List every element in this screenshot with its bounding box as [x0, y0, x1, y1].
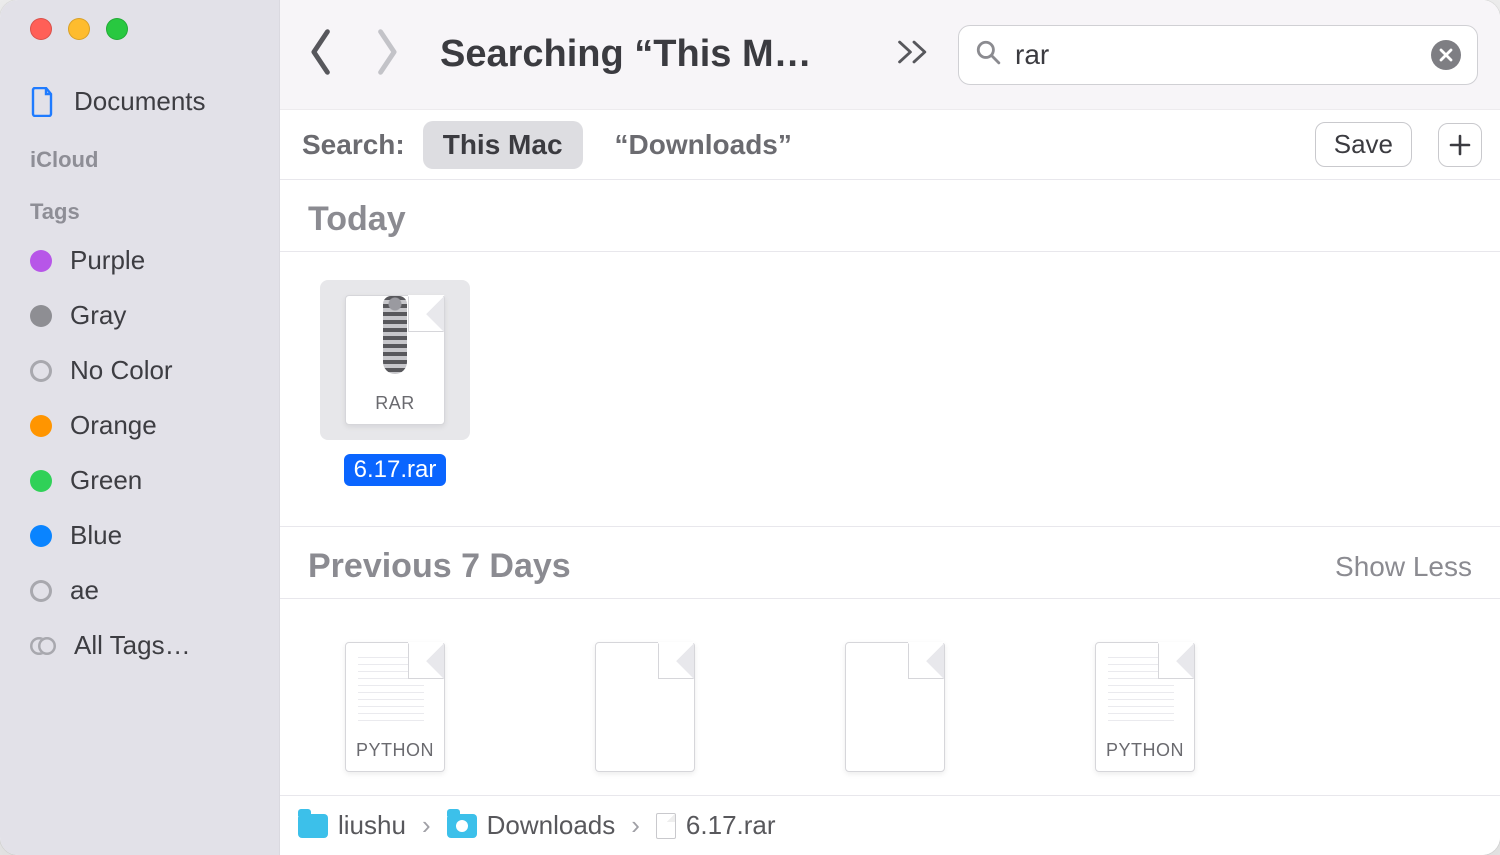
sidebar-tag-gray[interactable]: Gray: [0, 288, 279, 343]
sidebar-label: Orange: [70, 410, 157, 441]
toolbar: Searching “This M…: [280, 0, 1500, 110]
chevron-right-icon: ›: [627, 810, 644, 841]
sidebar-label: All Tags…: [74, 630, 191, 661]
finder-window: Documents iCloud Tags Purple Gray No Color…: [0, 0, 1500, 855]
file-item[interactable]: RAR 6.17.rar: [320, 280, 470, 486]
close-button[interactable]: [30, 18, 52, 40]
path-label: 6.17.rar: [686, 810, 776, 841]
tag-dot-icon: [30, 250, 52, 272]
file-item[interactable]: PYTHON: [320, 627, 470, 787]
sidebar-tag-purple[interactable]: Purple: [0, 233, 279, 288]
file-caption: PYTHON: [1106, 740, 1184, 761]
downloads-folder-icon: [447, 814, 477, 838]
minimize-button[interactable]: [68, 18, 90, 40]
search-input[interactable]: [1015, 39, 1417, 71]
sidebar-label: ae: [70, 575, 99, 606]
sidebar-item-all-tags[interactable]: All Tags…: [0, 618, 279, 673]
section-title: Previous 7 Days: [308, 547, 571, 586]
sidebar-tag-ae[interactable]: ae: [0, 563, 279, 618]
path-segment[interactable]: liushu: [298, 810, 406, 841]
add-criteria-button[interactable]: [1438, 123, 1482, 167]
nav-arrows: [308, 29, 400, 80]
sidebar-label: Documents: [74, 86, 206, 117]
section-title: Today: [308, 200, 406, 239]
sidebar-tag-green[interactable]: Green: [0, 453, 279, 508]
clear-search-button[interactable]: [1431, 40, 1461, 70]
path-label: Downloads: [487, 810, 616, 841]
scope-bar: Search: This Mac“Downloads” Save: [280, 110, 1500, 180]
sidebar-tag-orange[interactable]: Orange: [0, 398, 279, 453]
window-title: Searching “This M…: [440, 33, 812, 76]
zoom-button[interactable]: [106, 18, 128, 40]
scope-thismac[interactable]: This Mac: [423, 121, 583, 169]
tag-dot-icon: [30, 415, 52, 437]
sidebar-label: Purple: [70, 245, 145, 276]
document-icon: [656, 813, 676, 839]
tag-dot-icon: [30, 360, 52, 382]
sidebar-item-documents[interactable]: Documents: [0, 74, 279, 129]
document-icon: [30, 87, 56, 117]
file-caption: PYTHON: [356, 740, 434, 761]
window-controls: [0, 18, 279, 74]
sidebar-heading-tags: Tags: [0, 181, 279, 233]
sidebar-tag-blue[interactable]: Blue: [0, 508, 279, 563]
sidebar: Documents iCloud Tags Purple Gray No Color…: [0, 0, 280, 855]
sidebar-label: Green: [70, 465, 142, 496]
scope-downloads[interactable]: “Downloads”: [595, 121, 812, 169]
path-label: liushu: [338, 810, 406, 841]
forward-button[interactable]: [372, 29, 400, 80]
file-thumbnail: [570, 627, 720, 787]
sidebar-label: Gray: [70, 300, 126, 331]
file-thumbnail: RAR: [320, 280, 470, 440]
tag-dot-icon: [30, 580, 52, 602]
all-tags-icon: [30, 633, 56, 659]
home-folder-icon: [298, 814, 328, 838]
file-caption: RAR: [375, 393, 415, 414]
file-item[interactable]: [820, 627, 970, 787]
search-field-container: [958, 25, 1478, 85]
tag-dot-icon: [30, 525, 52, 547]
search-icon: [975, 39, 1001, 70]
tag-dot-icon: [30, 305, 52, 327]
path-segment[interactable]: 6.17.rar: [656, 810, 776, 841]
file-thumbnail: PYTHON: [320, 627, 470, 787]
file-thumbnail: PYTHON: [1070, 627, 1220, 787]
chevron-right-icon: ›: [418, 810, 435, 841]
file-item[interactable]: [570, 627, 720, 787]
sidebar-tag-no-color[interactable]: No Color: [0, 343, 279, 398]
file-thumbnail: [820, 627, 970, 787]
path-bar: liushu › Downloads › 6.17.rar: [280, 795, 1500, 855]
sidebar-label: Blue: [70, 520, 122, 551]
back-button[interactable]: [308, 29, 336, 80]
show-less-button[interactable]: Show Less: [1335, 551, 1472, 583]
tag-dot-icon: [30, 470, 52, 492]
save-search-button[interactable]: Save: [1315, 122, 1412, 167]
sidebar-label: No Color: [70, 355, 173, 386]
file-name: 6.17.rar: [344, 454, 447, 486]
results-content: Today RAR 6.17.rar Previous 7 Days Show Less…: [280, 180, 1500, 795]
file-item[interactable]: PYTHON: [1070, 627, 1220, 787]
path-segment[interactable]: Downloads: [447, 810, 616, 841]
toolbar-overflow[interactable]: [896, 37, 932, 72]
sidebar-heading-icloud: iCloud: [0, 129, 279, 181]
zip-icon: [383, 296, 407, 374]
main-area: Searching “This M… Search: This Mac“Down…: [280, 0, 1500, 855]
scope-label: Search:: [302, 129, 405, 161]
